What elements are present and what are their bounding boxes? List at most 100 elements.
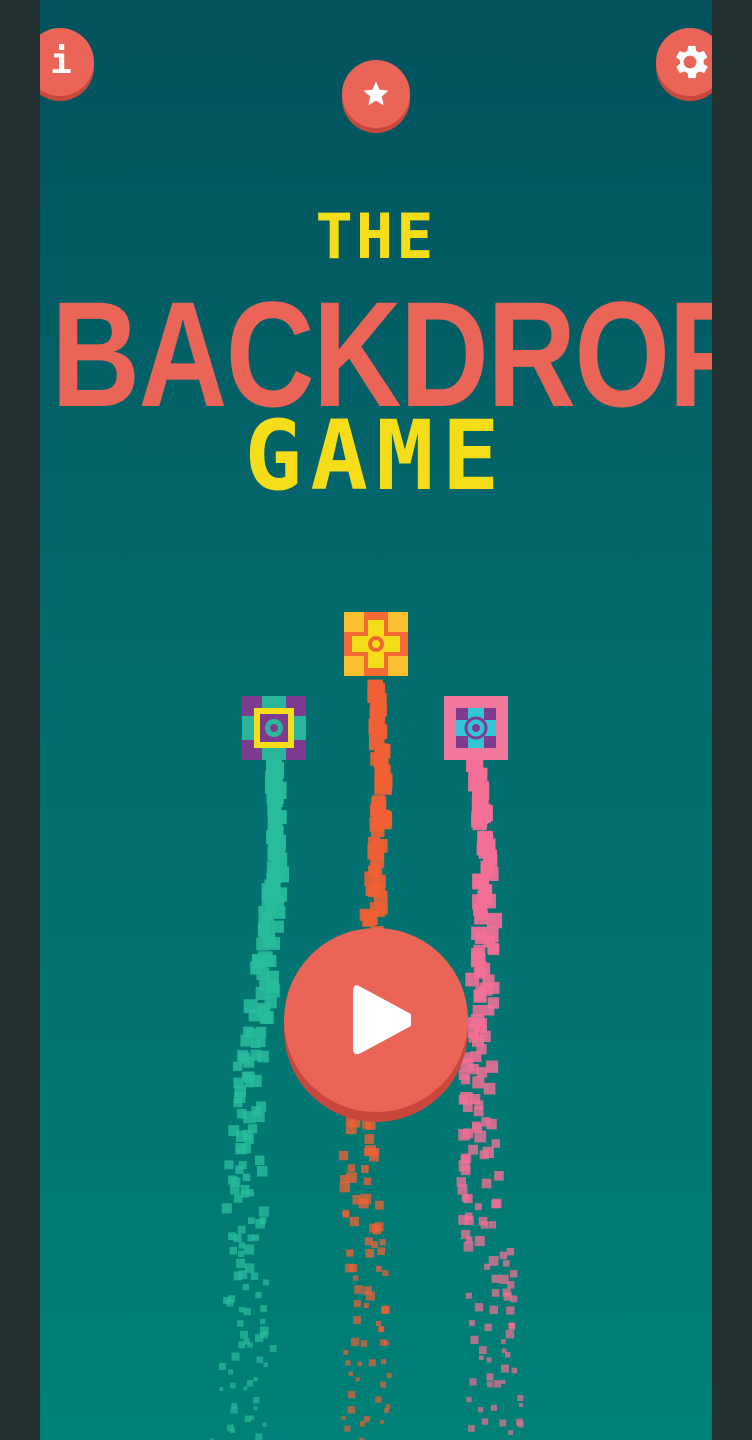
trail-particle xyxy=(474,1303,484,1312)
trail-particle xyxy=(362,1120,372,1130)
trail-particle xyxy=(269,1345,277,1352)
trail-particle xyxy=(243,1386,248,1391)
trail-particle xyxy=(250,1272,259,1280)
trail-particle xyxy=(499,1274,509,1284)
trail-particle xyxy=(378,1326,385,1332)
trail-particle xyxy=(345,1360,351,1366)
trail-particle xyxy=(350,1337,360,1347)
trail-particle xyxy=(345,1123,357,1135)
trail-particle xyxy=(374,778,391,795)
trail-particle xyxy=(485,1060,499,1073)
trail-particle xyxy=(347,1406,356,1414)
trail-particle xyxy=(487,997,500,1009)
trail-particle xyxy=(488,1221,496,1229)
trail-particle xyxy=(468,1425,475,1432)
orange-yellow-block xyxy=(344,612,408,676)
trail-particle xyxy=(491,1274,500,1283)
trail-particle xyxy=(253,1396,260,1404)
trail-particle xyxy=(473,1106,484,1117)
trail-particle xyxy=(483,1082,496,1095)
trail-particle xyxy=(472,816,487,831)
trail-particle xyxy=(476,1067,488,1078)
trail-particle xyxy=(371,823,385,837)
trail-particle xyxy=(247,1342,253,1348)
trail-particle xyxy=(362,913,376,927)
trail-particle xyxy=(499,1419,507,1427)
trail-particle xyxy=(382,1270,389,1277)
trail-particle xyxy=(242,1283,250,1291)
trail-particle xyxy=(339,1182,350,1193)
teal-purple-block-graphic xyxy=(242,696,306,760)
trail-particle xyxy=(249,1415,255,1420)
trail-particle xyxy=(340,1175,349,1184)
trail-particle xyxy=(469,1378,477,1386)
trail-particle xyxy=(474,1236,485,1247)
trail-particle xyxy=(473,989,487,1003)
trail-particle xyxy=(233,1098,243,1108)
trail-particle xyxy=(353,1300,361,1308)
trail-particle xyxy=(272,810,287,825)
trail-particle xyxy=(238,1242,246,1249)
trail-particle xyxy=(478,1355,484,1361)
trail-particle xyxy=(501,1339,506,1344)
trail-particle xyxy=(258,906,273,920)
trail-particle xyxy=(260,1305,267,1312)
trail-particle xyxy=(509,1270,518,1278)
trail-particle xyxy=(236,1108,247,1119)
trail-particle xyxy=(468,1144,478,1155)
trail-particle xyxy=(377,1247,385,1255)
trail-particle xyxy=(375,1265,382,1272)
trail-particle xyxy=(272,906,286,919)
trail-particle xyxy=(354,1285,363,1294)
trail-particle xyxy=(379,1239,386,1246)
trail-particle xyxy=(237,1225,246,1234)
trail-particle xyxy=(484,1263,491,1270)
trail-particle xyxy=(246,1380,254,1387)
play-button[interactable] xyxy=(284,928,468,1112)
trail-particle xyxy=(342,1209,350,1217)
trail-particle xyxy=(252,1234,259,1241)
trail-particle xyxy=(379,1420,384,1425)
trail-particle xyxy=(230,1185,240,1195)
trail-particle xyxy=(363,1177,372,1185)
trail-particle xyxy=(465,1292,472,1299)
trail-particle xyxy=(255,1433,263,1440)
trail-particle xyxy=(381,1306,389,1314)
trail-particle xyxy=(260,1318,266,1325)
trail-particle xyxy=(248,1009,261,1022)
trail-particle xyxy=(462,1102,473,1113)
trail-particle xyxy=(234,1194,243,1203)
trail-particle xyxy=(255,1026,267,1038)
trail-particle xyxy=(506,1306,515,1315)
orange-yellow-block-graphic xyxy=(344,612,408,676)
trail-particle xyxy=(487,982,500,994)
trail-particle xyxy=(248,1217,255,1225)
trail-particle xyxy=(461,1194,470,1202)
trail-particle xyxy=(373,886,386,899)
trail-particle xyxy=(361,1165,369,1173)
trail-particle xyxy=(227,1424,234,1432)
trail-particle xyxy=(372,1225,381,1235)
trail-particle xyxy=(380,1359,387,1365)
trail-particle xyxy=(458,1129,470,1141)
trail-particle xyxy=(474,1130,487,1143)
trail-particle xyxy=(243,1308,251,1316)
trail-particle xyxy=(364,1302,370,1308)
trail-particle xyxy=(457,1184,468,1195)
trail-particle xyxy=(345,1115,355,1125)
trail-particle xyxy=(233,1271,243,1281)
trail-particle xyxy=(369,1151,379,1162)
trail-particle xyxy=(338,1150,349,1161)
trail-particle xyxy=(490,1404,497,1411)
trail-particle xyxy=(380,1381,387,1388)
trail-particle xyxy=(219,1387,224,1392)
trail-particle xyxy=(341,1416,346,1421)
trail-particle xyxy=(376,903,388,915)
trail-particle xyxy=(235,1143,247,1155)
trail-particle xyxy=(360,1193,372,1205)
trail-particle xyxy=(464,1215,474,1226)
trail-particle xyxy=(486,1381,493,1388)
trail-particle xyxy=(466,1396,472,1403)
trail-particle xyxy=(376,1320,382,1327)
trail-particle xyxy=(259,1217,267,1224)
